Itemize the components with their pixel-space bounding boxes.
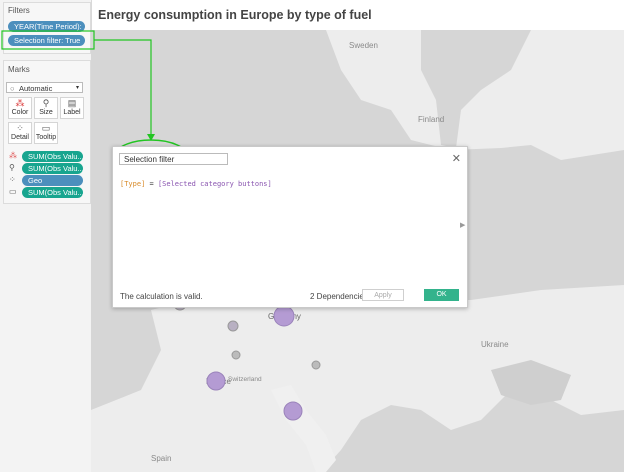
- size-icon: ⚲: [42, 98, 50, 108]
- marks-field-color[interactable]: SUM(Obs Valu...: [22, 151, 83, 162]
- marks-detail-button[interactable]: ⁘ Detail: [8, 122, 32, 144]
- formula-operator: =: [149, 180, 154, 188]
- map-bubble: [311, 360, 321, 370]
- marks-tooltip-label: Tooltip: [35, 134, 57, 141]
- tooltip-icon: ▭: [41, 123, 51, 133]
- marks-field-geo[interactable]: Geo: [22, 175, 83, 186]
- marks-title: Marks: [8, 65, 30, 74]
- map-bubble: [206, 371, 226, 391]
- calculation-name-input[interactable]: Selection filter: [119, 153, 228, 165]
- expand-arrow-icon[interactable]: ▶: [460, 221, 465, 229]
- marks-color-label: Color: [11, 109, 29, 116]
- filters-shelf: Filters YEAR(Time Period): ... Selection…: [3, 2, 91, 54]
- view-title: Energy consumption in Europe by type of …: [98, 8, 372, 22]
- filter-pill-year[interactable]: YEAR(Time Period): ...: [8, 21, 85, 32]
- map-bubble: [273, 305, 295, 327]
- map-bubble: [231, 350, 241, 360]
- detail-icon: ⁘: [16, 123, 24, 133]
- marks-tooltip-button[interactable]: ▭ Tooltip: [34, 122, 58, 144]
- marks-size-button[interactable]: ⚲ Size: [34, 97, 58, 119]
- detail-field-icon: ⁘: [9, 175, 16, 184]
- marks-color-button[interactable]: ⁂ Color: [8, 97, 32, 119]
- formula-parameter: [Selected category buttons]: [157, 180, 272, 188]
- tooltip-field-icon: ▭: [9, 187, 17, 196]
- mark-type-select[interactable]: ○ Automatic ▾: [6, 82, 83, 93]
- close-icon[interactable]: ✕: [452, 152, 461, 165]
- filters-title: Filters: [8, 6, 30, 15]
- ok-button[interactable]: OK: [424, 289, 459, 301]
- map-bubble: [227, 320, 239, 332]
- formula-field: [Type]: [120, 180, 146, 188]
- chevron-down-icon: ▾: [75, 85, 79, 91]
- calculation-dialog: Selection filter ✕ [Type] = [Selected ca…: [112, 146, 468, 308]
- label-icon: ▤: [67, 98, 77, 108]
- calculation-status: The calculation is valid.: [120, 292, 203, 301]
- marks-label-label: Label: [63, 109, 81, 116]
- color-icon: ⁂: [15, 98, 25, 108]
- mark-type-circle-icon: ○: [10, 84, 15, 93]
- apply-button[interactable]: Apply: [362, 289, 404, 301]
- marks-label-button[interactable]: ▤ Label: [60, 97, 84, 119]
- formula-editor[interactable]: [Type] = [Selected category buttons]: [120, 180, 272, 188]
- color-field-icon: ⁂: [9, 151, 17, 160]
- marks-size-label: Size: [39, 109, 53, 116]
- map-bubble: [283, 401, 303, 421]
- left-panel: Filters YEAR(Time Period): ... Selection…: [0, 0, 92, 472]
- mark-type-value: Automatic: [19, 84, 53, 93]
- marks-detail-label: Detail: [11, 134, 29, 141]
- filter-pill-selection[interactable]: Selection filter: True: [8, 35, 85, 46]
- size-field-icon: ⚲: [9, 163, 15, 172]
- marks-field-size[interactable]: SUM(Obs Valu...: [22, 163, 83, 174]
- marks-field-tooltip[interactable]: SUM(Obs Valu...: [22, 187, 83, 198]
